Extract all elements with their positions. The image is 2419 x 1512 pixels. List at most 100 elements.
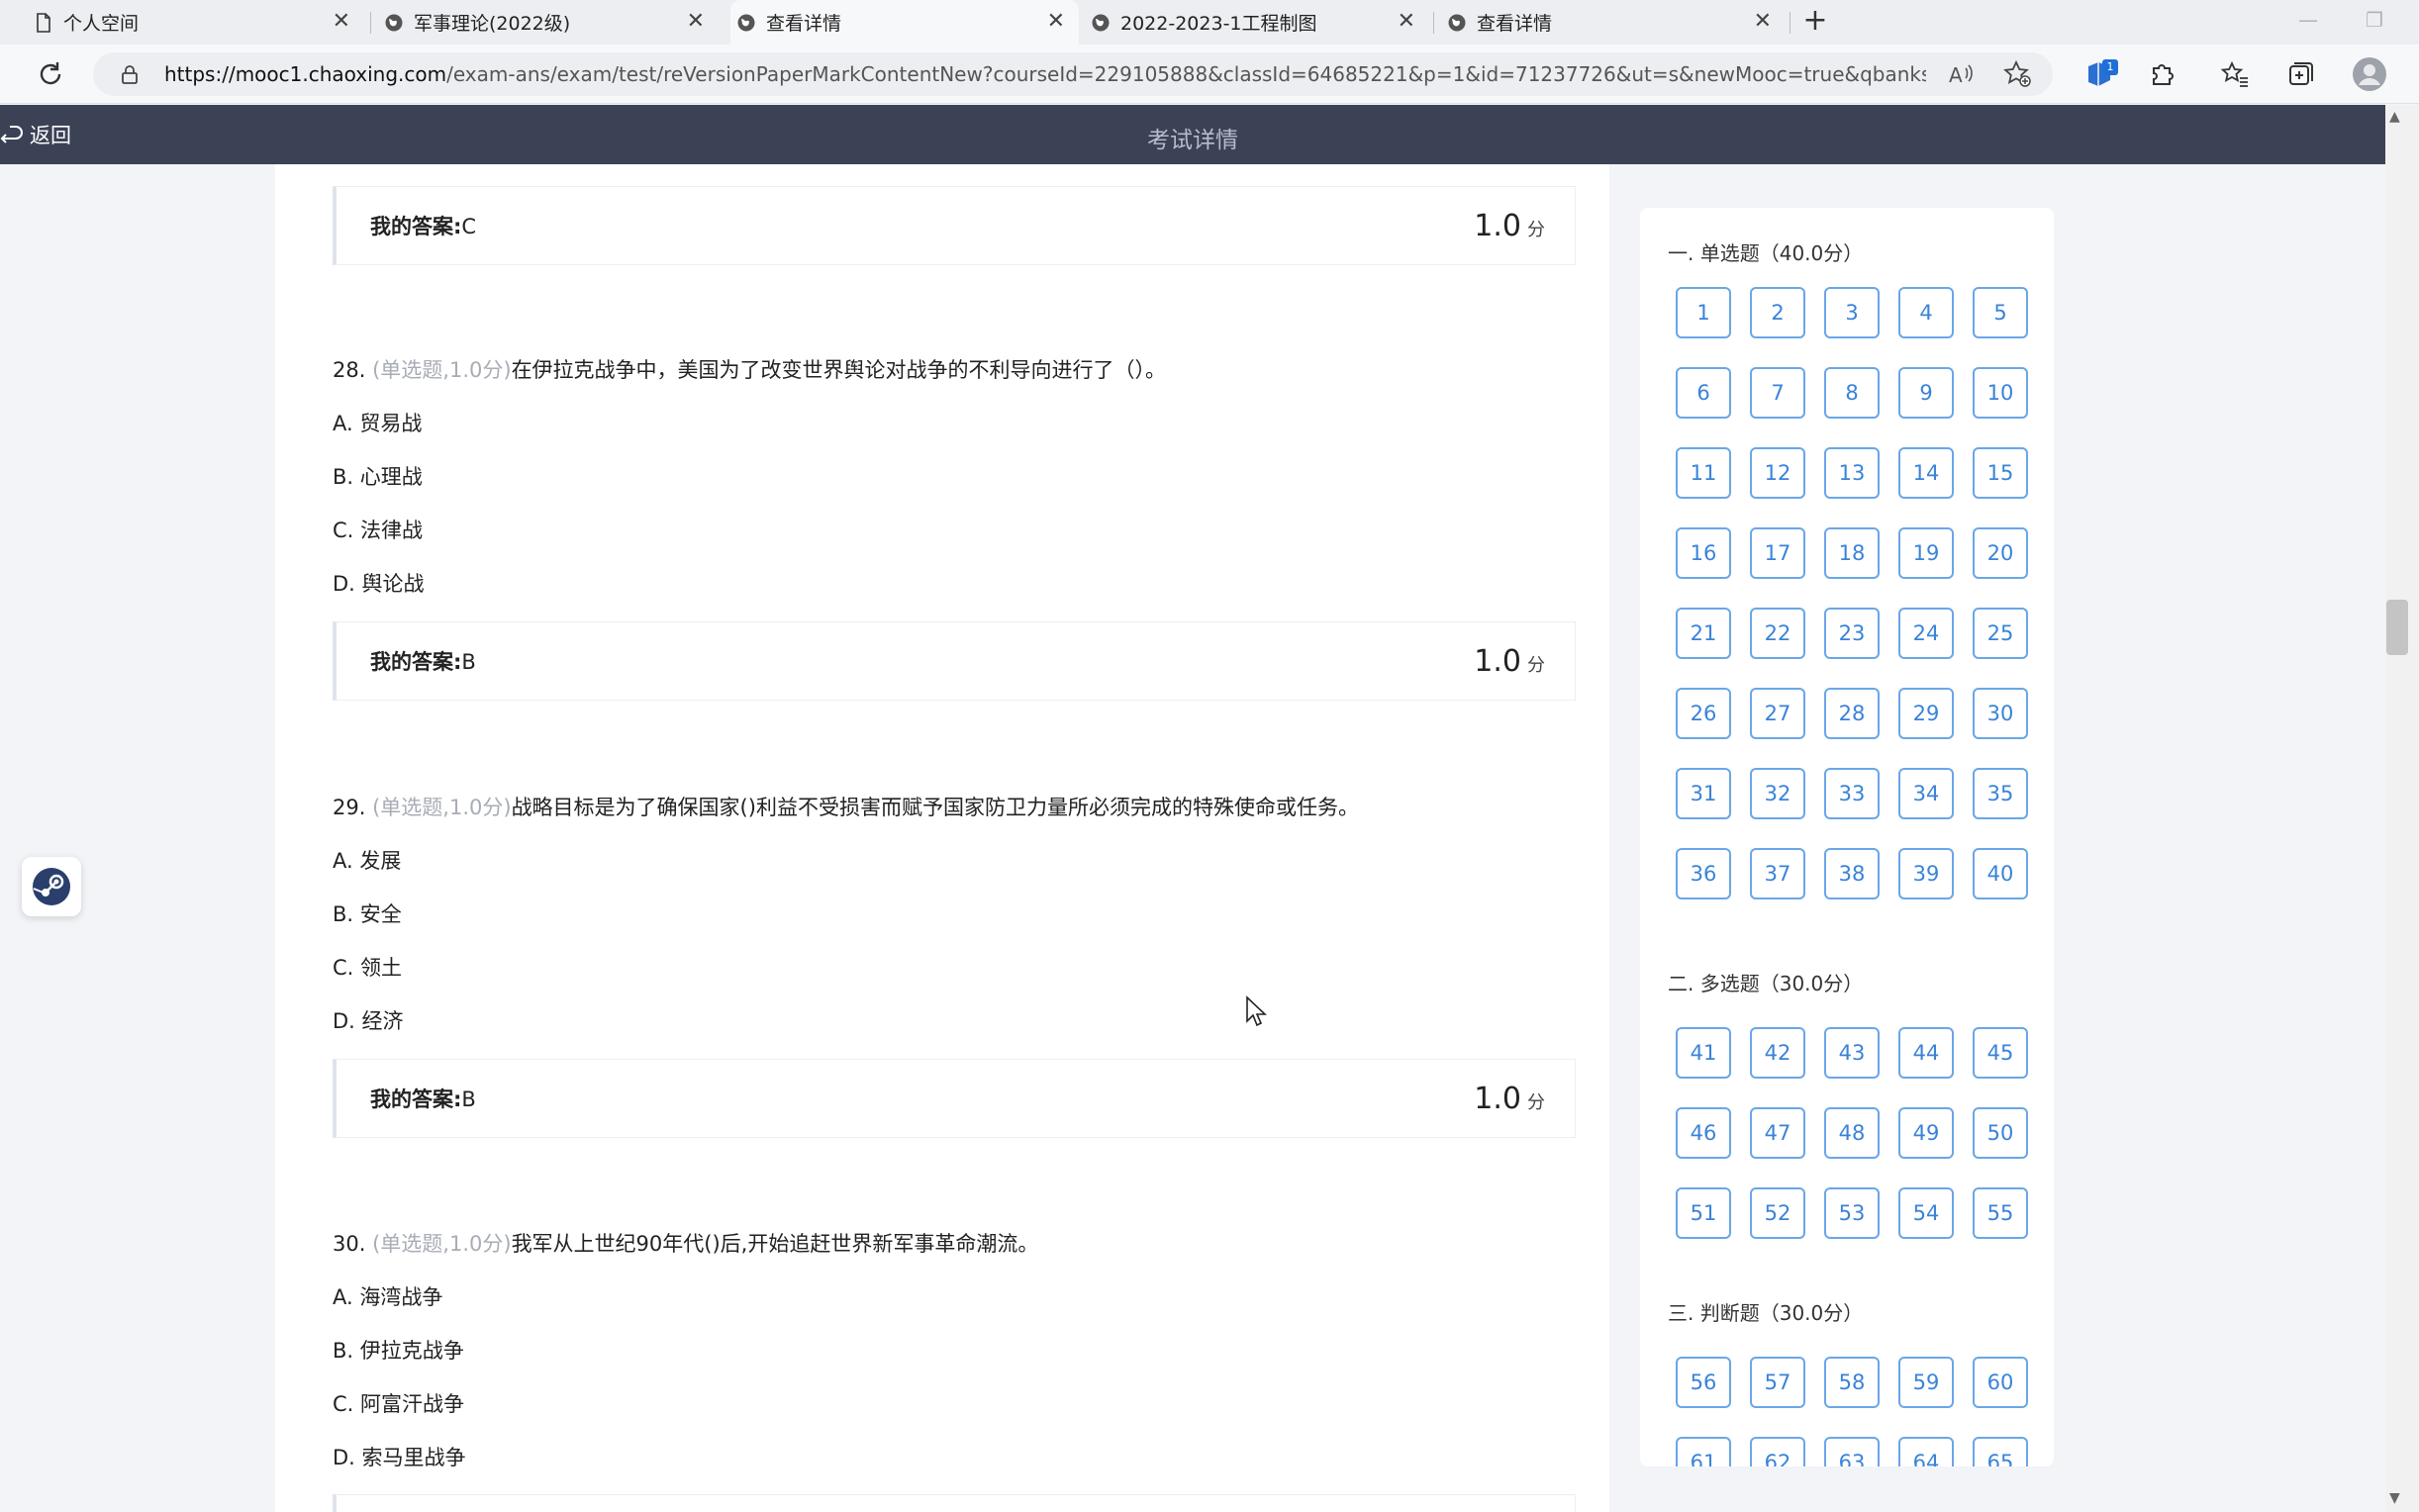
puzzle-extensions-icon[interactable] — [2146, 58, 2177, 90]
question-number-button[interactable]: 29 — [1898, 688, 1954, 739]
question-number-button[interactable]: 55 — [1973, 1187, 2028, 1239]
favorites-icon[interactable] — [2219, 58, 2251, 90]
question-number-button[interactable]: 31 — [1676, 768, 1731, 819]
question-number-button[interactable]: 46 — [1676, 1107, 1731, 1159]
question-number-button[interactable]: 22 — [1750, 608, 1805, 659]
page-scrollbar[interactable]: ▲ ▼ — [2385, 105, 2419, 1512]
scroll-up-icon[interactable]: ▲ — [2389, 109, 2400, 125]
collections-icon[interactable] — [2284, 58, 2316, 90]
question-number-button[interactable]: 17 — [1750, 527, 1805, 579]
question-number-button[interactable]: 57 — [1750, 1357, 1805, 1408]
question-number-button[interactable]: 30 — [1973, 688, 2028, 739]
question-number-button[interactable]: 18 — [1824, 527, 1880, 579]
question-number-button[interactable]: 60 — [1973, 1357, 2028, 1408]
question-number-button[interactable]: 27 — [1750, 688, 1805, 739]
browser-tab-active[interactable]: 查看详情 ✕ — [730, 0, 1079, 45]
browser-tab[interactable]: 2022-2023-1工程制图 ✕ — [1085, 0, 1429, 45]
new-tab-button[interactable]: + — [1799, 6, 1831, 38]
question-number-button[interactable]: 51 — [1676, 1187, 1731, 1239]
question-number-button[interactable]: 36 — [1676, 848, 1731, 899]
question-number-button[interactable]: 41 — [1676, 1027, 1731, 1079]
close-icon[interactable]: ✕ — [1754, 10, 1772, 34]
read-aloud-icon[interactable]: A — [1944, 58, 1976, 90]
question-number-button[interactable]: 9 — [1898, 367, 1954, 419]
answer-box: 我的答案:C 1.0 分 — [333, 186, 1576, 265]
url-bar[interactable]: https://mooc1.chaoxing.com/exam-ans/exam… — [93, 52, 2053, 96]
question-number-button[interactable]: 1 — [1676, 287, 1731, 338]
question-number-button[interactable]: 39 — [1898, 848, 1954, 899]
scroll-down-icon[interactable]: ▼ — [2389, 1490, 2400, 1506]
question-number-button[interactable]: 49 — [1898, 1107, 1954, 1159]
close-icon[interactable]: ✕ — [687, 10, 705, 34]
question-number-button[interactable]: 5 — [1973, 287, 2028, 338]
question-number-button[interactable]: 3 — [1824, 287, 1880, 338]
close-icon[interactable]: ✕ — [333, 10, 350, 34]
question-number-button[interactable]: 54 — [1898, 1187, 1954, 1239]
question-number-button[interactable]: 23 — [1824, 608, 1880, 659]
close-icon[interactable]: ✕ — [1047, 10, 1065, 34]
question-number-button[interactable]: 8 — [1824, 367, 1880, 419]
steam-float-button[interactable] — [22, 857, 81, 916]
question-number-button[interactable]: 14 — [1898, 447, 1954, 499]
document-icon — [37, 13, 50, 33]
url-text[interactable]: https://mooc1.chaoxing.com/exam-ans/exam… — [164, 62, 1926, 86]
question-number-button[interactable]: 52 — [1750, 1187, 1805, 1239]
question-number-button[interactable]: 34 — [1898, 768, 1954, 819]
scrollbar-thumb[interactable] — [2386, 600, 2408, 655]
question-number-button[interactable]: 7 — [1750, 367, 1805, 419]
score: 1.0 分 — [1474, 644, 1545, 679]
question-number-button[interactable]: 47 — [1750, 1107, 1805, 1159]
question-number-button[interactable]: 42 — [1750, 1027, 1805, 1079]
favorite-add-icon[interactable] — [2001, 58, 2033, 90]
question-number-button[interactable]: 35 — [1973, 768, 2028, 819]
question-number-button[interactable]: 20 — [1973, 527, 2028, 579]
question-number-button[interactable]: 59 — [1898, 1357, 1954, 1408]
question-number-button[interactable]: 37 — [1750, 848, 1805, 899]
question-number-button[interactable]: 4 — [1898, 287, 1954, 338]
question-number-button[interactable]: 19 — [1898, 527, 1954, 579]
browser-tab[interactable]: 查看详情 ✕ — [1441, 0, 1786, 45]
question-number-button[interactable]: 25 — [1973, 608, 2028, 659]
question-number-button[interactable]: 6 — [1676, 367, 1731, 419]
question-number-button[interactable]: 58 — [1824, 1357, 1880, 1408]
question-number-button[interactable]: 53 — [1824, 1187, 1880, 1239]
question-number-button[interactable]: 2 — [1750, 287, 1805, 338]
question-number-button[interactable]: 44 — [1898, 1027, 1954, 1079]
close-icon[interactable]: ✕ — [1398, 10, 1415, 34]
question-number-button[interactable]: 33 — [1824, 768, 1880, 819]
question-number-button[interactable]: 63 — [1824, 1437, 1880, 1466]
question-number-button[interactable]: 32 — [1750, 768, 1805, 819]
question-number-button[interactable]: 13 — [1824, 447, 1880, 499]
restore-icon[interactable]: ❐ — [2366, 8, 2383, 32]
question-number-button[interactable]: 65 — [1973, 1437, 2028, 1466]
question-number-button[interactable]: 43 — [1824, 1027, 1880, 1079]
question-number-button[interactable]: 11 — [1676, 447, 1731, 499]
question-number-button[interactable]: 24 — [1898, 608, 1954, 659]
question-number-button[interactable]: 64 — [1898, 1437, 1954, 1466]
url-path: /exam-ans/exam/test/reVersionPaperMarkCo… — [446, 62, 1926, 86]
question-number-button[interactable]: 40 — [1973, 848, 2028, 899]
question-number-button[interactable]: 10 — [1973, 367, 2028, 419]
browser-tab[interactable]: 个人空间 ✕ — [28, 0, 364, 45]
question-text: 在伊拉克战争中，美国为了改变世界舆论对战争的不利导向进行了（）。 — [511, 358, 1167, 382]
question-number-button[interactable]: 21 — [1676, 608, 1731, 659]
question-number-button[interactable]: 28 — [1824, 688, 1880, 739]
profile-avatar-icon[interactable] — [2352, 56, 2387, 92]
question-number-button[interactable]: 38 — [1824, 848, 1880, 899]
question-number-button[interactable]: 50 — [1973, 1107, 2028, 1159]
browser-tab[interactable]: 军事理论(2022级) ✕ — [378, 0, 719, 45]
question-number-button[interactable]: 62 — [1750, 1437, 1805, 1466]
minimize-icon[interactable]: — — [2298, 8, 2318, 32]
question-number-button[interactable]: 16 — [1676, 527, 1731, 579]
lock-icon[interactable] — [119, 63, 141, 85]
question-number: 28. — [333, 358, 366, 382]
question-number-button[interactable]: 48 — [1824, 1107, 1880, 1159]
question-number-button[interactable]: 26 — [1676, 688, 1731, 739]
question-number-button[interactable]: 15 — [1973, 447, 2028, 499]
reload-icon[interactable] — [35, 58, 66, 90]
question-number-button[interactable]: 61 — [1676, 1437, 1731, 1466]
question-number-button[interactable]: 56 — [1676, 1357, 1731, 1408]
question-number-button[interactable]: 12 — [1750, 447, 1805, 499]
question-navigator: 一. 单选题（40.0分） 1 2 3 4 5 6 7 8 9 10 11 12 13 14 15 16 17 1… — [1640, 208, 2054, 1466]
question-number-button[interactable]: 45 — [1973, 1027, 2028, 1079]
